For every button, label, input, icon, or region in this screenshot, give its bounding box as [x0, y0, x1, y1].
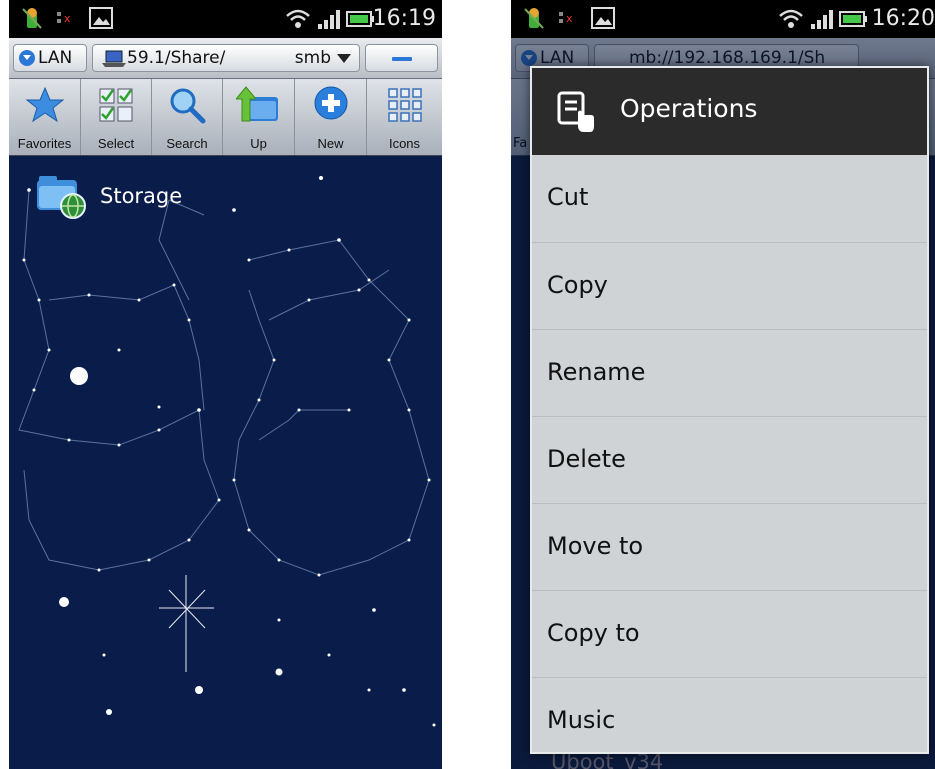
search-button[interactable]: Search — [152, 79, 223, 155]
app-notification-icon — [22, 8, 42, 29]
menu-item-cut[interactable]: Cut — [532, 155, 927, 241]
svg-text:x: x — [64, 12, 71, 25]
new-button[interactable]: New — [295, 79, 367, 155]
search-label: Search — [166, 136, 208, 151]
icons-button[interactable]: Icons — [367, 79, 442, 155]
status-bar: x 16:19 — [9, 0, 442, 38]
icons-label: Icons — [388, 136, 421, 151]
lan-label: LAN — [38, 48, 73, 68]
list-item-label: Storage — [100, 184, 183, 208]
left-phone-screen: x 16:19 LAN 59.1/Share/ smb Favorites Se… — [9, 0, 442, 769]
up-label: Up — [250, 136, 267, 151]
network-error-icon: x — [57, 12, 71, 25]
select-label: Select — [97, 136, 135, 151]
menu-item-copy-to[interactable]: Copy to — [532, 590, 927, 676]
menu-item-label: Move to — [547, 532, 644, 560]
status-time: 16:20 — [871, 6, 935, 31]
menu-item-delete[interactable]: Delete — [532, 416, 927, 502]
path-text: 59.1/Share/ — [127, 48, 226, 68]
status-bar: x 16:20 — [511, 0, 935, 38]
plus-circle-icon — [314, 86, 347, 120]
lan-button[interactable]: LAN — [13, 44, 87, 72]
menu-item-label: Music — [547, 706, 616, 734]
address-bar: LAN 59.1/Share/ smb — [9, 38, 442, 79]
menu-item-label: Delete — [547, 445, 626, 473]
toolbar-partial-label: Fa — [513, 136, 528, 151]
path-text: mb://192.168.169.1/Sh — [629, 48, 826, 68]
new-label: New — [317, 136, 344, 151]
toolbar: Favorites Select Search Up New Icons — [9, 79, 442, 156]
menu-item-music[interactable]: Music — [532, 677, 927, 752]
wifi-icon — [286, 9, 310, 28]
menu-header: Operations — [532, 68, 927, 155]
menu-item-label: Copy to — [547, 619, 640, 647]
network-error-icon: x — [559, 12, 573, 25]
menu-item-label: Copy — [547, 271, 608, 299]
menu-item-move-to[interactable]: Move to — [532, 503, 927, 589]
operations-menu: Operations Cut Copy Rename Delete Move t… — [530, 66, 929, 754]
magnifier-icon — [170, 88, 206, 124]
favorites-button[interactable]: Favorites — [9, 79, 81, 155]
path-dropdown[interactable]: 59.1/Share/ smb — [92, 44, 360, 72]
list-item-storage[interactable]: Storage — [35, 172, 335, 222]
menu-item-label: Cut — [547, 183, 589, 211]
collapse-button[interactable] — [365, 44, 438, 72]
menu-item-copy[interactable]: Copy — [532, 242, 927, 328]
favorites-label: Favorites — [17, 136, 72, 151]
app-notification-icon — [524, 8, 544, 29]
laptop-icon — [102, 50, 126, 67]
checklist-icon — [99, 88, 133, 122]
dropdown-icon — [19, 50, 35, 66]
battery-icon — [839, 11, 867, 27]
grid-icon — [387, 88, 422, 122]
minus-icon — [392, 57, 412, 61]
battery-icon — [346, 11, 374, 27]
lan-label: LAN — [540, 48, 575, 68]
signal-icon — [811, 10, 833, 29]
chevron-down-icon — [337, 54, 351, 63]
select-button[interactable]: Select — [81, 79, 152, 155]
protocol-text: smb — [294, 48, 331, 68]
menu-item-label: Rename — [547, 358, 646, 386]
status-time: 16:19 — [372, 6, 436, 31]
image-notification-icon — [591, 7, 615, 29]
folder-up-icon — [235, 86, 278, 122]
dropdown-icon — [521, 50, 537, 66]
menu-title: Operations — [620, 94, 758, 123]
operations-icon — [557, 91, 594, 132]
star-icon — [25, 86, 64, 123]
image-notification-icon — [89, 7, 113, 29]
svg-text:x: x — [566, 12, 573, 25]
signal-icon — [318, 10, 340, 29]
up-button[interactable]: Up — [223, 79, 295, 155]
menu-item-rename[interactable]: Rename — [532, 329, 927, 415]
wifi-icon — [779, 9, 803, 28]
network-folder-icon — [37, 176, 86, 219]
right-phone-screen: x 16:20 LAN mb://192.168.169.1/Sh Fa Ubo… — [511, 0, 935, 769]
